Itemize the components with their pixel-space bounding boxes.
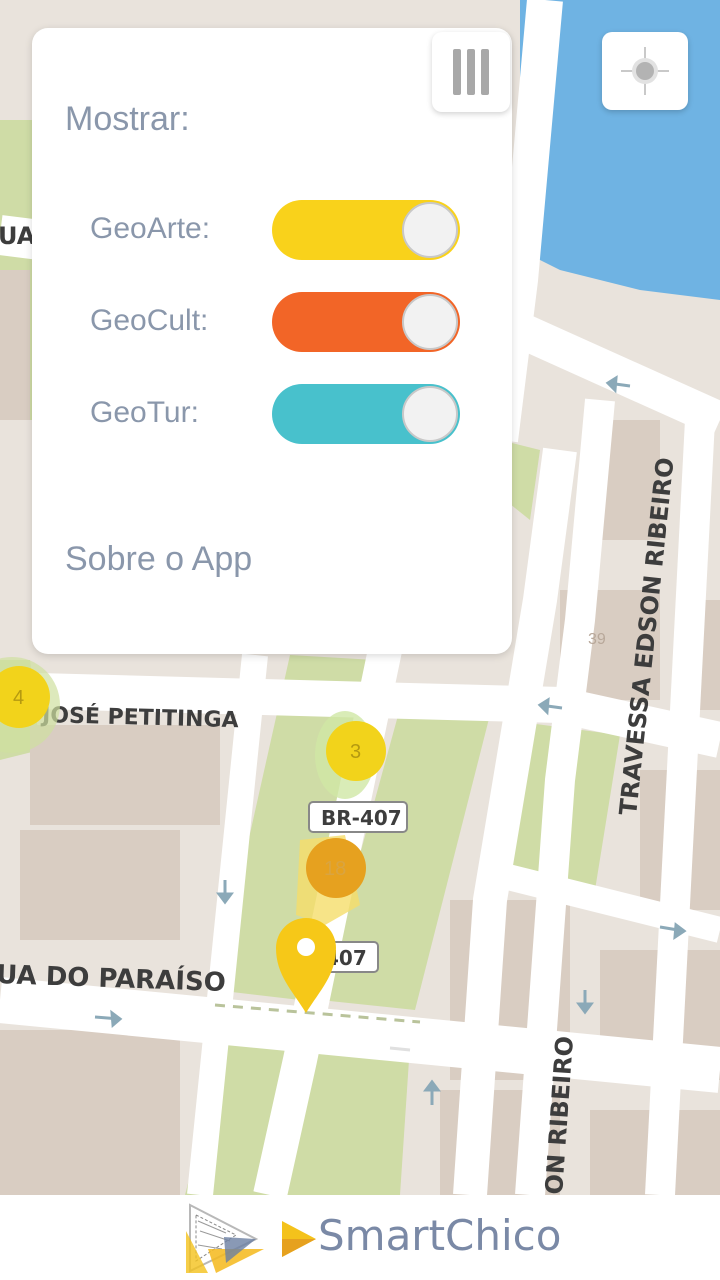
building-number: 39 — [588, 631, 606, 648]
layer-label-geocult: GeoCult: — [90, 304, 209, 337]
crosshair-icon — [621, 47, 669, 95]
layer-label-geoarte: GeoArte: — [90, 212, 211, 245]
columns-icon-bar — [453, 49, 461, 95]
smartchico-logo-icon — [282, 1221, 316, 1257]
columns-icon-bar — [481, 49, 489, 95]
cluster-count-18: 18 — [324, 858, 346, 880]
show-label: Mostrar: — [65, 100, 190, 138]
toggle-geoarte[interactable] — [272, 200, 460, 260]
layer-row-geoarte: GeoArte: — [90, 200, 470, 260]
menu-button[interactable] — [432, 32, 510, 112]
cluster-count-4: 4 — [13, 687, 24, 709]
layer-row-geotur: GeoTur: — [90, 384, 470, 444]
toggle-geotur[interactable] — [272, 384, 460, 444]
layers-panel: Mostrar: GeoArte: GeoCult: GeoTur: Sobre… — [32, 28, 512, 654]
layer-label-geotur: GeoTur: — [90, 396, 199, 429]
layer-row-geocult: GeoCult: — [90, 292, 470, 352]
columns-icon-bar — [467, 49, 475, 95]
road-badge-br407: BR-407 — [321, 806, 402, 830]
toggle-knob — [402, 202, 458, 258]
partner-logo-icon — [186, 1203, 264, 1273]
street-label-jose-petitinga: JOSÉ PETITINGA — [40, 702, 239, 733]
locate-button[interactable] — [602, 32, 688, 110]
cluster-count-3: 3 — [350, 741, 361, 763]
toggle-knob — [402, 386, 458, 442]
footer-bar: SmartChico — [0, 1195, 720, 1280]
brand-name: SmartChico — [318, 1211, 562, 1260]
toggle-knob — [402, 294, 458, 350]
street-label-top-left: UA — [0, 222, 36, 250]
toggle-geocult[interactable] — [272, 292, 460, 352]
about-app-link[interactable]: Sobre o App — [65, 540, 252, 579]
